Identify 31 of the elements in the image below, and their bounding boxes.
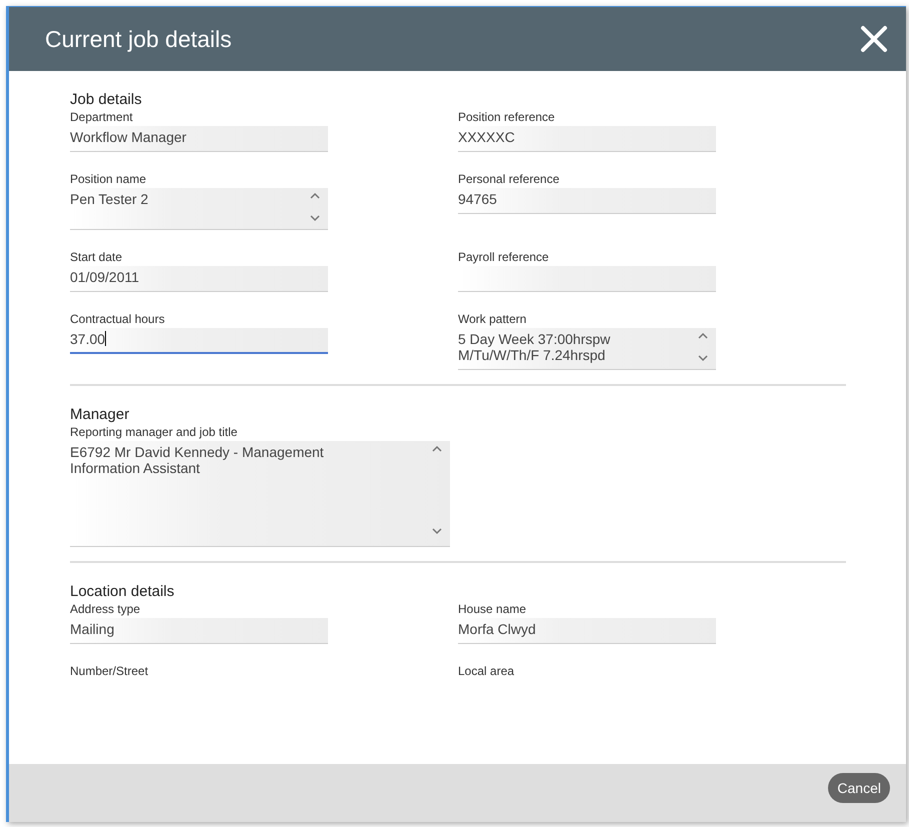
field-label: Personal reference [458,172,560,186]
field-label: Start date [70,250,124,264]
input-field[interactable]: Morfa Clwyd [458,618,716,644]
field-label: Position reference [458,110,556,124]
field-label: Position name [70,172,148,186]
section-heading: Location details [70,583,176,600]
field-label: Number/Street [70,664,150,678]
field-label: House name [458,602,528,616]
field-label: Contractual hours [70,312,166,326]
field-label: Local area [458,664,516,678]
cancel-button[interactable]: Cancel [828,773,890,803]
input-field[interactable]: XXXXXC [458,126,716,152]
input-field[interactable]: E6792 Mr David Kennedy - Management Information Assistant [70,441,450,547]
field-label: Payroll reference [458,250,550,264]
input-field[interactable]: 01/09/2011 [70,266,328,292]
field-label: Work pattern [458,312,528,326]
input-field[interactable]: Workflow Manager [70,126,328,152]
close-icon [860,25,888,53]
field-label: Reporting manager and job title [70,425,238,439]
input-field[interactable]: Mailing [70,618,328,644]
input-field[interactable]: 37.00 [70,328,328,354]
section-heading: Manager [70,406,130,423]
window-title: Current job details [45,26,232,52]
close-button[interactable] [860,25,888,53]
input-field[interactable]: 5 Day Week 37:00hrspw M/Tu/W/Th/F 7.24hrspd [458,328,716,370]
field-label: Department [70,110,134,124]
field-label: Address type [70,602,142,616]
input-field[interactable]: Pen Tester 2 [70,188,328,230]
input-field[interactable]: 94765 [458,188,716,214]
input-field[interactable] [458,266,716,292]
section-heading: Job details [70,91,143,108]
